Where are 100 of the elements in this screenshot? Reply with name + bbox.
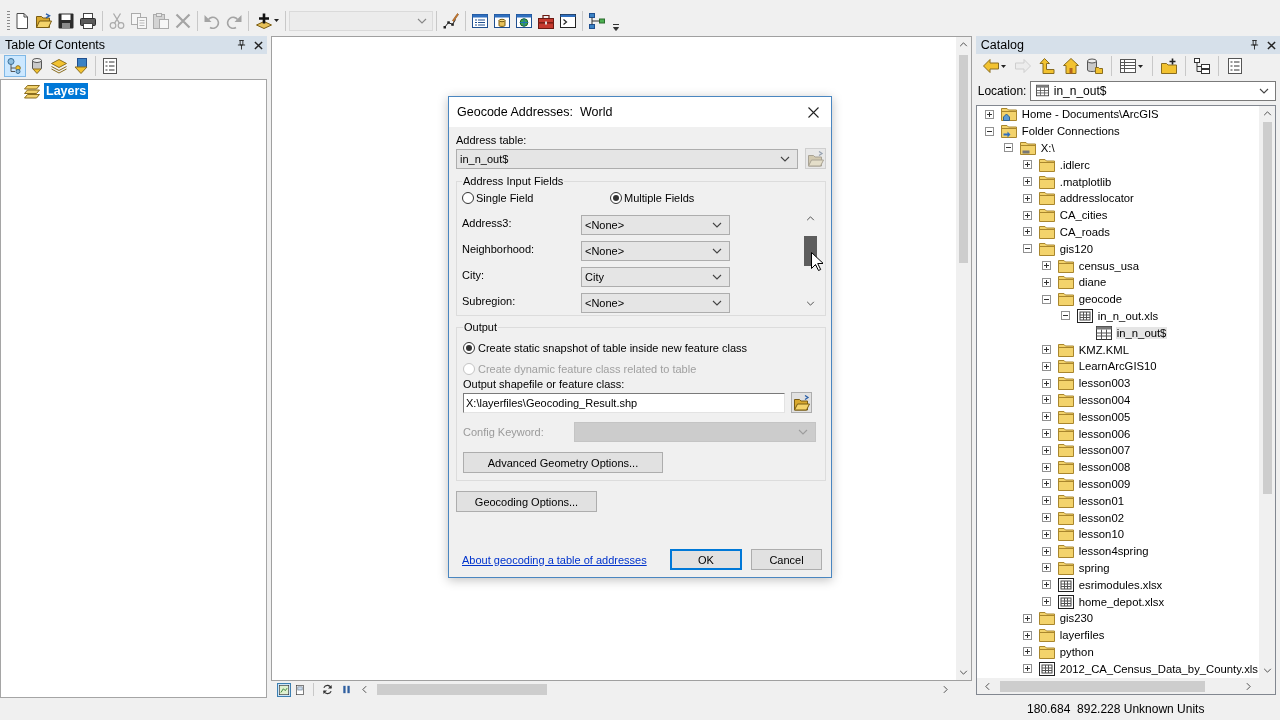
- tree-item[interactable]: lesson02: [1077, 511, 1125, 524]
- tree-item[interactable]: census_usa: [1077, 259, 1141, 272]
- tree-item[interactable]: gis230: [1058, 612, 1095, 625]
- tree-item[interactable]: lesson005: [1077, 410, 1132, 423]
- refresh-icon[interactable]: [321, 684, 333, 695]
- expand-icon[interactable]: [1041, 580, 1051, 590]
- expand-icon[interactable]: [1041, 378, 1051, 388]
- expand-icon[interactable]: [1041, 462, 1051, 472]
- tree-item[interactable]: .idlerc: [1058, 158, 1091, 171]
- tree-item[interactable]: addresslocator: [1058, 192, 1135, 205]
- tree-item[interactable]: lesson003: [1077, 377, 1132, 390]
- expand-icon[interactable]: [1041, 445, 1051, 455]
- expand-icon[interactable]: [1022, 160, 1032, 170]
- expand-icon[interactable]: [1041, 513, 1051, 522]
- scrollbar-thumb[interactable]: [999, 680, 1205, 692]
- expand-icon[interactable]: [1041, 563, 1051, 573]
- tree-item[interactable]: Folder Connections: [1020, 125, 1121, 138]
- tree-item[interactable]: X:\: [1039, 142, 1056, 154]
- dialog-button[interactable]: Cancel: [751, 549, 822, 570]
- tree-item[interactable]: esrimodules.xlsx: [1077, 578, 1164, 591]
- tree-item[interactable]: LearnArcGIS10: [1077, 360, 1158, 373]
- radio-button[interactable]: [463, 342, 475, 354]
- help-link[interactable]: About geocoding a table of addresses: [456, 553, 647, 566]
- tree-item[interactable]: lesson004: [1077, 393, 1132, 406]
- tree-item[interactable]: lesson4spring: [1077, 545, 1150, 558]
- expand-icon[interactable]: [984, 109, 994, 119]
- tree-item[interactable]: lesson006: [1077, 427, 1132, 440]
- expand-icon[interactable]: [1041, 261, 1051, 271]
- dialog-button[interactable]: OK: [670, 549, 742, 570]
- expand-icon[interactable]: [1041, 529, 1051, 539]
- collapse-icon[interactable]: [984, 126, 994, 136]
- expand-icon[interactable]: [1022, 630, 1032, 640]
- expand-icon[interactable]: [1041, 479, 1051, 489]
- expand-icon[interactable]: [1022, 177, 1032, 187]
- close-icon[interactable]: [253, 40, 263, 50]
- advanced-geometry-button[interactable]: Advanced Geometry Options...: [463, 452, 663, 473]
- tree-item[interactable]: 2012_CA_Census_Data_by_County.xls: [1058, 662, 1259, 675]
- tree-item[interactable]: Home - Documents\ArcGIS: [1020, 108, 1160, 121]
- expand-icon[interactable]: [1022, 193, 1032, 203]
- tree-item[interactable]: python: [1058, 645, 1095, 658]
- address-table-dropdown[interactable]: in_n_out$: [456, 148, 798, 169]
- tree-item[interactable]: KMZ.KML: [1077, 343, 1130, 356]
- collapse-icon[interactable]: [1041, 294, 1051, 304]
- tree-item[interactable]: CA_cities: [1058, 209, 1109, 222]
- field-dropdown[interactable]: City: [581, 267, 730, 287]
- browse-button[interactable]: [791, 392, 812, 413]
- field-dropdown[interactable]: <None>: [581, 215, 730, 235]
- expand-icon[interactable]: [1041, 277, 1051, 287]
- expand-icon[interactable]: [1022, 647, 1032, 657]
- radio-label: Single Field: [476, 192, 534, 204]
- tree-item[interactable]: home_depot.xlsx: [1077, 595, 1166, 608]
- output-path-field[interactable]: X:\layerfiles\Geocoding_Result.shp: [463, 392, 785, 413]
- tree-item[interactable]: in_n_out$: [1115, 326, 1168, 339]
- tree-item[interactable]: .matplotlib: [1058, 175, 1113, 188]
- tree-item[interactable]: diane: [1077, 276, 1108, 289]
- tree-item[interactable]: lesson009: [1077, 477, 1132, 490]
- field-dropdown[interactable]: <None>: [581, 293, 730, 313]
- expand-icon[interactable]: [1022, 210, 1032, 220]
- folder-icon: [1057, 475, 1074, 492]
- collapse-icon[interactable]: [1060, 311, 1070, 321]
- expand-icon[interactable]: [1022, 664, 1032, 674]
- field-dropdown[interactable]: <None>: [581, 241, 730, 261]
- expand-icon[interactable]: [1041, 395, 1051, 405]
- pause-icon[interactable]: [340, 684, 352, 695]
- scrollbar-thumb[interactable]: [1262, 122, 1272, 494]
- tree-item[interactable]: lesson01: [1077, 494, 1125, 507]
- drawing-order-tab[interactable]: [4, 55, 26, 77]
- tree-item[interactable]: geocode: [1077, 293, 1124, 306]
- tree-item[interactable]: spring: [1077, 561, 1111, 574]
- collapse-icon[interactable]: [1022, 244, 1032, 254]
- expand-icon[interactable]: [1022, 613, 1032, 623]
- geocoding-options-button[interactable]: Geocoding Options...: [456, 491, 597, 512]
- expand-icon[interactable]: [1041, 361, 1051, 371]
- tree-item[interactable]: lesson008: [1077, 461, 1132, 474]
- radio-button[interactable]: [462, 192, 474, 204]
- expand-icon[interactable]: [1041, 429, 1051, 439]
- tree-item[interactable]: layerfiles: [1058, 629, 1106, 642]
- grip-icon[interactable]: [7, 10, 10, 31]
- expand-icon[interactable]: [1041, 412, 1051, 422]
- data-view-tab[interactable]: [276, 682, 291, 697]
- expand-icon[interactable]: [1041, 496, 1051, 506]
- scrollbar-thumb[interactable]: [958, 55, 968, 263]
- tree-item[interactable]: lesson10: [1077, 528, 1125, 541]
- tree-item[interactable]: in_n_out.xls: [1096, 309, 1160, 322]
- scrollbar-thumb[interactable]: [376, 684, 547, 695]
- radio-button[interactable]: [610, 192, 622, 204]
- pin-icon[interactable]: [1250, 40, 1259, 50]
- expand-icon[interactable]: [1041, 546, 1051, 556]
- expand-icon[interactable]: [1041, 597, 1051, 606]
- close-icon[interactable]: [1267, 40, 1276, 50]
- field-label: Neighborhood:: [462, 242, 536, 255]
- tree-item[interactable]: CA_roads: [1058, 225, 1111, 238]
- expand-icon[interactable]: [1022, 227, 1032, 237]
- tree-item[interactable]: Layers: [44, 83, 89, 99]
- expand-icon[interactable]: [1041, 345, 1051, 355]
- tree-item[interactable]: lesson007: [1077, 444, 1132, 457]
- pin-icon[interactable]: [236, 40, 246, 50]
- collapse-icon[interactable]: [1003, 143, 1013, 153]
- tree-item[interactable]: gis120: [1058, 242, 1095, 255]
- location-dropdown[interactable]: in_n_out$: [1029, 80, 1276, 101]
